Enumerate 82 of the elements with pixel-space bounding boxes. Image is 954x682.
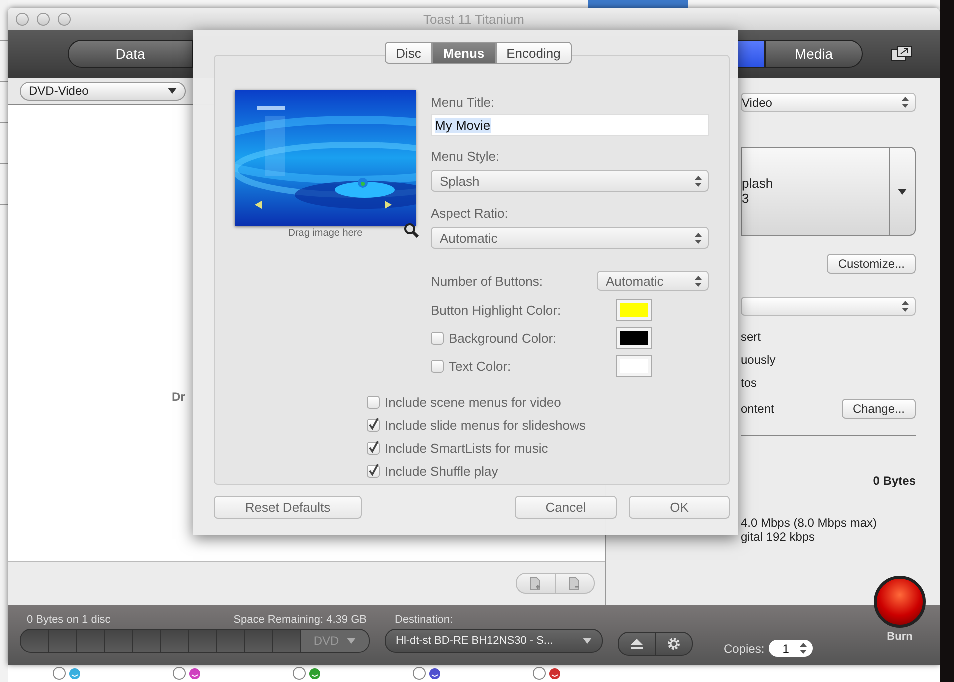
smiley-icon [309,668,321,680]
stepper-arrows-icon [695,232,702,244]
burn-label: Burn [887,631,913,643]
window-title: Toast 11 Titanium [424,12,524,26]
zoom-icon[interactable] [404,223,419,238]
dialog-tab[interactable]: Encoding [496,42,572,64]
stepper-arrows-icon [902,301,909,312]
field-label: Background Color: [449,330,557,346]
field-label: Menu Title: [431,95,496,110]
field-label: Number of Buttons: [431,274,543,288]
destination-dropdown[interactable]: Hl-dt-st BD-RE BH12NS30 - S... [385,629,603,653]
dialog-tab[interactable]: Disc [385,42,432,64]
menu-style-popup[interactable]: Splash [431,170,709,192]
option-label: uously [741,353,776,367]
checkbox[interactable] [367,465,380,478]
stepper-arrows-icon [800,643,807,654]
format-dropdown[interactable]: DVD-Video [20,82,186,100]
video-info: 4.0 Mbps (8.0 Mbps max) [741,516,878,530]
dialog-button[interactable]: Cancel [515,496,617,519]
checkbox[interactable] [367,419,380,432]
copies-label: Copies: [724,642,765,656]
option-label: sert [741,330,762,344]
radio-button[interactable] [293,667,306,680]
checkbox[interactable] [367,442,380,455]
format-popup[interactable]: Video [741,93,916,112]
style-aspect: 3 [742,191,750,206]
smiley-icon [69,668,81,680]
thumbnail-caption: Drag image here [288,228,363,239]
remaining-space: Space Remaining: 4.39 GB [234,614,367,626]
window-control[interactable] [37,12,50,26]
window-control[interactable] [58,12,71,26]
button-count-popup[interactable]: Automatic [597,271,709,291]
checkbox-label: Include Shuffle play [385,464,498,479]
segment-tab[interactable]: Media [765,40,863,68]
color-well[interactable] [616,299,652,321]
radio-button[interactable] [413,667,426,680]
checkbox[interactable] [431,360,444,372]
change-button[interactable]: Change... [842,399,916,419]
stepper-arrows-icon [902,97,909,108]
field-label: Text Color: [449,358,512,374]
segment-tab[interactable]: Data [68,40,193,68]
smiley-icon [189,668,201,680]
checkbox-label: Include SmartLists for music [385,441,548,456]
checkbox[interactable] [367,396,380,409]
field-label: Menu Style: [431,149,501,164]
customize-button[interactable]: Customize... [827,254,916,274]
dialog-button[interactable]: OK [629,496,730,519]
stepper-arrows-icon [695,176,702,186]
style-name: plash [742,176,774,191]
checkbox-label: Include scene menus for video [385,395,562,410]
color-well[interactable] [616,355,652,377]
radio-button[interactable] [173,667,186,680]
used-space: 0 Bytes on 1 disc [27,614,111,626]
dialog-tab[interactable]: Menus [432,42,496,64]
drop-hint: Dr [172,390,186,404]
dialog-button[interactable]: Reset Defaults [214,496,362,519]
copies-stepper[interactable]: 1 [768,640,813,657]
window-control[interactable] [16,12,29,26]
aspect-ratio-popup[interactable]: Automatic [431,227,709,249]
color-well[interactable] [616,327,652,349]
radio-button[interactable] [53,667,66,680]
caret-icon [347,638,356,644]
checkbox-label: Include slide menus for slideshows [385,418,586,433]
total-size: 0 Bytes [873,474,916,488]
caret-icon [898,188,907,194]
menu-style-button[interactable]: plash 3 [741,147,916,236]
audio-info: gital 192 kbps [741,530,816,544]
option-label: tos [741,376,758,390]
smiley-icon [429,668,441,680]
option-label: ontent [741,402,774,416]
checkbox[interactable] [431,332,444,344]
caret-icon [583,638,592,644]
menu-title-field[interactable]: My Movie [431,114,709,136]
window-mode-icon[interactable] [891,46,913,62]
smiley-icon [549,668,561,680]
burn-button[interactable] [874,576,926,628]
caret-icon [168,88,177,94]
radio-button[interactable] [533,667,546,680]
field-label: Button Highlight Color: [431,302,562,318]
destination-label: Destination: [394,614,454,626]
field-label: Aspect Ratio: [431,206,510,221]
stepper-arrows-icon [695,276,702,286]
